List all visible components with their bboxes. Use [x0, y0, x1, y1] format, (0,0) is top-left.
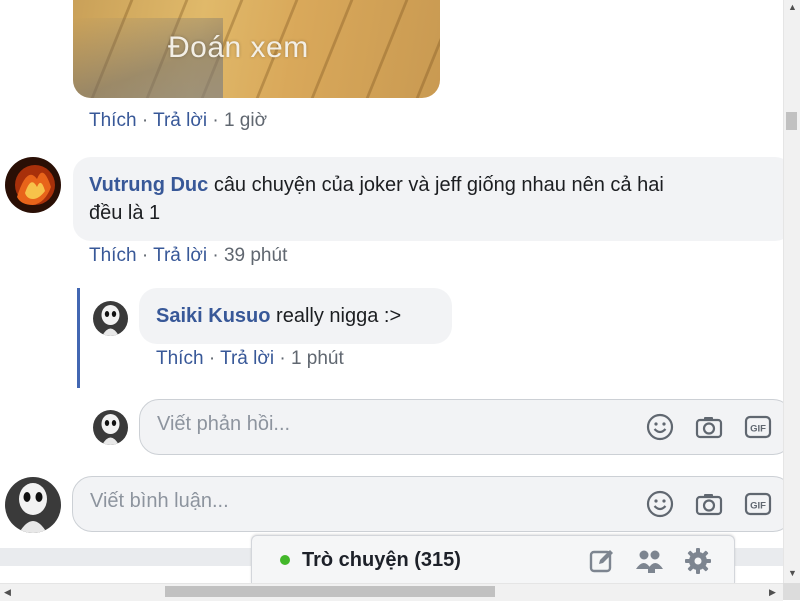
- like-link[interactable]: Thích: [156, 348, 204, 369]
- reply-thread-line: [77, 288, 80, 388]
- current-user-avatar: [5, 477, 61, 533]
- separator: ·: [141, 110, 149, 131]
- gif-icon[interactable]: GIF: [743, 489, 773, 519]
- scroll-up-arrow[interactable]: ▲: [788, 3, 797, 12]
- camera-icon[interactable]: [694, 489, 724, 519]
- svg-text:GIF: GIF: [750, 424, 766, 435]
- gear-icon[interactable]: [683, 546, 713, 581]
- camera-icon[interactable]: [694, 412, 724, 442]
- reply-bubble: Saiki Kusuo really nigga :>: [139, 288, 452, 344]
- comment-actions: Thích · Trả lời · 39 phút: [89, 245, 287, 267]
- avatar[interactable]: [93, 301, 128, 336]
- scroll-down-arrow[interactable]: ▼: [788, 569, 797, 578]
- separator: ·: [141, 245, 149, 266]
- gif-icon[interactable]: GIF: [743, 412, 773, 442]
- reply-text: really nigga :>: [276, 305, 402, 327]
- timestamp[interactable]: 1 giờ: [224, 110, 267, 131]
- comment-author[interactable]: Vutrung Duc: [89, 174, 208, 196]
- like-link[interactable]: Thích: [89, 245, 137, 266]
- chat-bar[interactable]: Trò chuyện (315): [251, 535, 735, 584]
- timestamp[interactable]: 1 phút: [291, 348, 344, 369]
- online-status-dot: [280, 555, 290, 565]
- avatar[interactable]: [5, 157, 61, 213]
- reply-actions: Thích · Trả lời · 1 phút: [156, 348, 344, 370]
- vertical-scrollbar[interactable]: ▲ ▼: [783, 0, 800, 583]
- comment-text: câu chuyện của joker và jeff giống nhau …: [213, 174, 664, 196]
- separator: ·: [212, 245, 219, 266]
- smiley-icon[interactable]: [645, 489, 675, 519]
- vertical-scroll-thumb[interactable]: [786, 112, 797, 130]
- compose-icon[interactable]: [588, 547, 616, 580]
- svg-text:GIF: GIF: [750, 501, 766, 512]
- comment-input[interactable]: Viết bình luận... GIF: [72, 476, 793, 532]
- reply-author[interactable]: Saiki Kusuo: [156, 305, 270, 327]
- reply-input-placeholder: Viết phản hồi...: [157, 413, 291, 435]
- separator: ·: [212, 110, 219, 131]
- comment-input-placeholder: Viết bình luận...: [90, 490, 229, 512]
- comment-text-line2: đều là 1: [89, 202, 161, 224]
- scroll-right-arrow[interactable]: ▶: [769, 588, 776, 597]
- group-icon[interactable]: [635, 547, 665, 580]
- current-user-avatar: [93, 410, 128, 445]
- comment-bubble: Vutrung Duc câu chuyện của joker và jeff…: [73, 157, 793, 241]
- chat-label: Trò chuyện (315): [302, 549, 461, 571]
- like-link[interactable]: Thích: [89, 110, 137, 131]
- image-caption: Đoán xem: [168, 31, 309, 64]
- timestamp[interactable]: 39 phút: [224, 245, 287, 266]
- comment-image[interactable]: Đoán xem: [73, 0, 440, 98]
- reply-link[interactable]: Trả lời: [153, 245, 207, 266]
- reply-input[interactable]: Viết phản hồi... GIF: [139, 399, 793, 455]
- reply-link[interactable]: Trả lời: [220, 348, 274, 369]
- separator: ·: [279, 348, 286, 369]
- smiley-icon[interactable]: [645, 412, 675, 442]
- scroll-left-arrow[interactable]: ◀: [4, 588, 11, 597]
- reply-link[interactable]: Trả lời: [153, 110, 207, 131]
- separator: ·: [208, 348, 216, 369]
- horizontal-scroll-thumb[interactable]: [165, 586, 495, 597]
- comment-actions: Thích · Trả lời · 1 giờ: [89, 110, 267, 132]
- scrollbar-corner: [783, 583, 800, 600]
